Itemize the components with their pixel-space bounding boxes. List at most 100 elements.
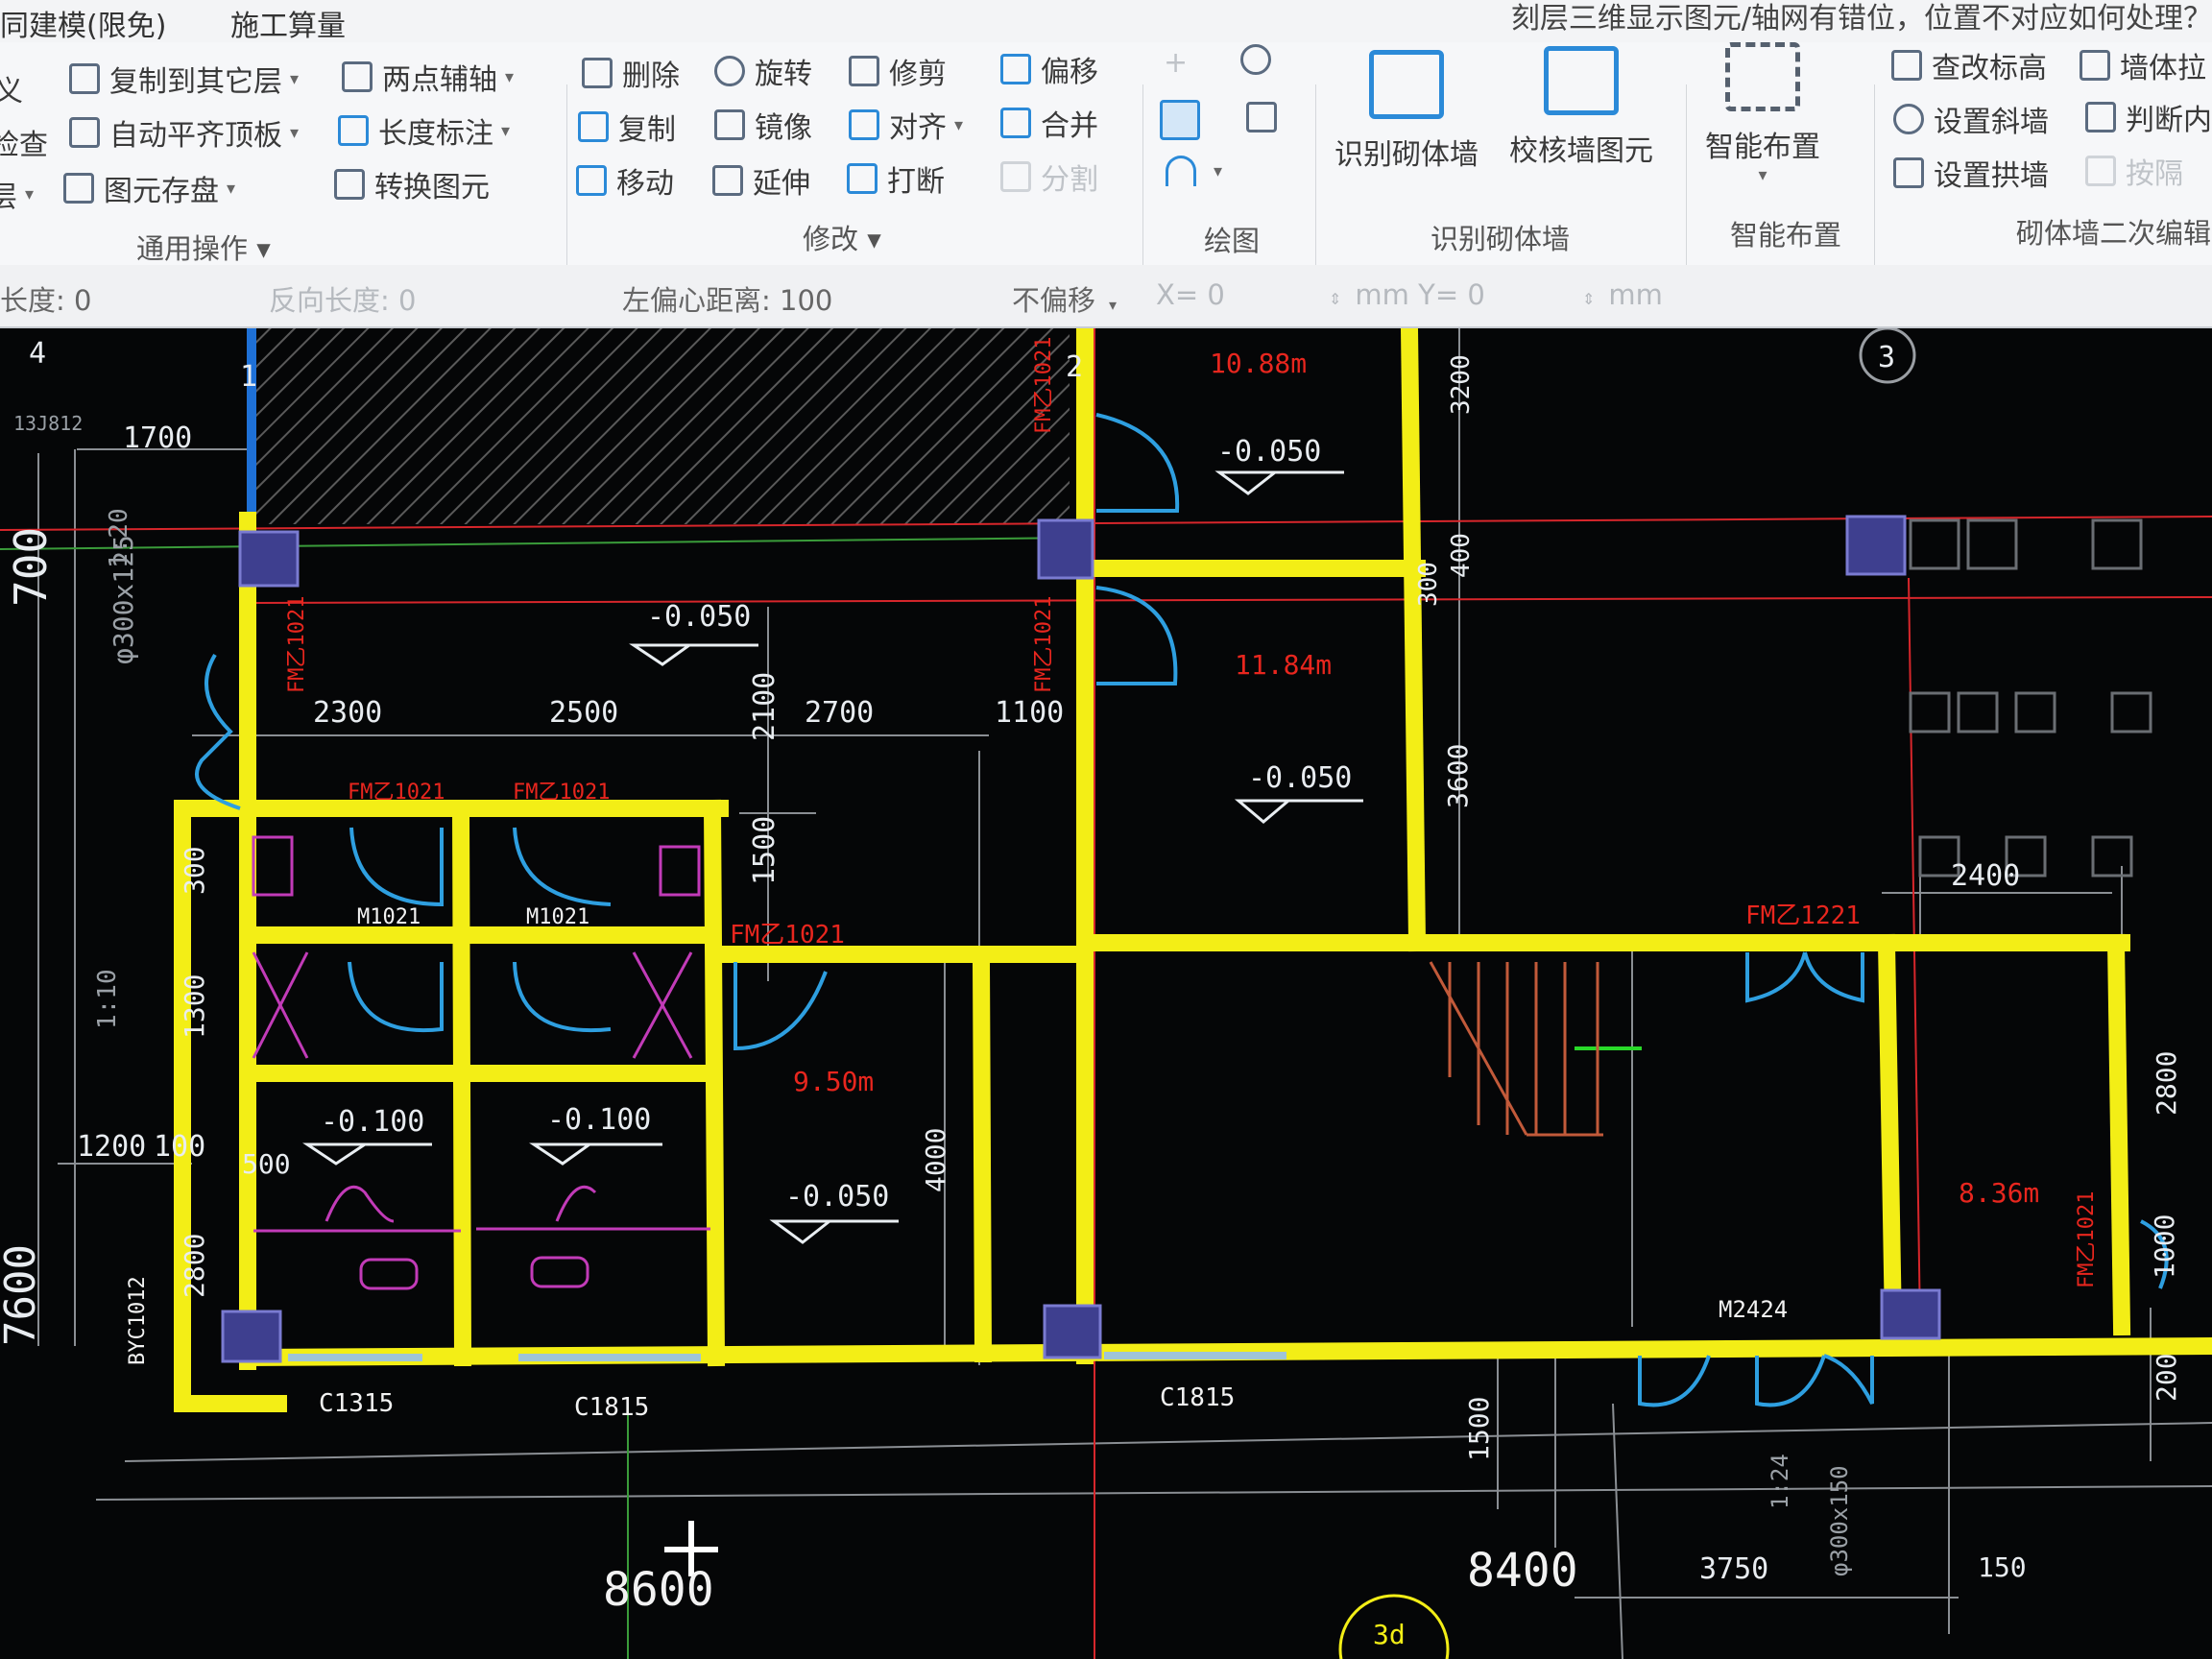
section-label: 3d [1373,1619,1406,1650]
split-button[interactable]: 分割 [1000,156,1098,198]
dim-label: 2300 [313,696,382,730]
group-label-common: 通用操作 ▾ [136,232,271,265]
offset-button[interactable]: 偏移 [1000,48,1098,90]
line-icon [1160,100,1200,140]
tab-modeling[interactable]: 同建模(限免) [0,2,166,44]
axis-label-3: 3 [1878,341,1895,374]
grid-distance-label: 8600 [603,1563,714,1617]
convert-element-button[interactable]: 转换图元 [334,163,490,205]
split-icon [1000,161,1031,192]
delete-button[interactable]: 删除 [582,52,680,94]
door-tag: FM乙1021 [730,921,845,950]
y-coordinate-input[interactable]: ⇕ mm Y= 0 [1329,278,1485,311]
group-label-identify: 识别砌体墙 [1431,223,1571,255]
clipped-item-check[interactable]: 检查 [0,121,48,163]
check-wall-icon [1544,46,1619,115]
partition-icon [2085,156,2116,186]
convert-icon [334,169,365,200]
draw-arc-button[interactable]: ▾ [1166,156,1222,186]
group-label-draw: 绘图 [1204,225,1261,257]
elevation-label: -0.050 [785,1180,889,1214]
door-tag: FM乙1021 [285,596,309,693]
tab-quantity[interactable]: 施工算量 [230,2,346,44]
door-tag: FM乙1221 [1745,902,1861,930]
align-icon [849,109,879,140]
floor-plan-drawing[interactable]: 3 2 1 4 13J812 1700 700 7600 2300 2500 2… [0,328,2212,1659]
area-label: 10.88m [1210,348,1307,379]
edit-elevation-button[interactable]: 查改标高 [1891,44,2047,86]
set-slant-wall-button[interactable]: 设置斜墙 [1893,98,2049,140]
clipped-item-floor[interactable]: 层 ▾ [0,173,34,215]
green-axis-line [0,537,1086,550]
smart-layout-icon [1725,42,1800,111]
align-button[interactable]: 对齐 ▾ [849,104,963,146]
dim-label: 300 [1414,562,1443,607]
extend-button[interactable]: 延伸 [712,159,810,202]
dimension-icon [338,115,369,146]
merge-button[interactable]: 合并 [1000,102,1098,144]
dim-label: 2500 [549,696,618,730]
length-dimension-button[interactable]: 长度标注 ▾ [338,109,510,152]
ribbon-toolbar: 义 检查 层 ▾ 复制到其它层 ▾ 自动平齐顶板 ▾ 图元存盘 ▾ 两点辅轴 ▾ 长度标注… [0,42,2212,303]
set-arch-wall-button[interactable]: 设置拱墙 [1893,152,2049,194]
copy-to-floor-button[interactable]: 复制到其它层 ▾ [69,58,299,100]
identify-masonry-wall-button[interactable]: 识别砌体墙 [1334,50,1479,173]
rotate-button[interactable]: 旋转 [714,50,812,92]
element-save-button[interactable]: 图元存盘 ▾ [63,167,235,209]
door-tag: M2424 [1719,1296,1788,1323]
length-field[interactable]: 长度: 0 [0,278,91,319]
property-bar: 长度: 0 反向长度: 0 左偏心距离: 100 不偏移 ▾ X= 0 ⇕ mm Y… [0,265,2212,328]
dim-label: 500 [242,1148,291,1180]
smart-layout-chevron-icon: ▾ [1758,165,1767,185]
door-tag: FM乙1021 [1032,337,1056,434]
dim-label: 7600 [0,1244,45,1346]
auto-align-slab-button[interactable]: 自动平齐顶板 ▾ [69,111,299,154]
reverse-length-field[interactable]: 反向长度: 0 [269,278,416,319]
mirror-button[interactable]: 镜像 [714,104,812,146]
copy-button[interactable]: 复制 [578,106,676,148]
dim-label: 2800 [2151,1051,2182,1116]
offset-icon [1000,54,1031,84]
trim-icon [849,56,879,86]
dim-label: 1500 [1463,1397,1495,1461]
check-wall-element-button[interactable]: 校核墙图元 [1509,46,1653,169]
dim-label: 1500 [748,816,781,885]
move-icon [576,165,607,196]
clipped-item-1[interactable]: 义 [0,67,23,109]
wall-stretch-button[interactable]: 墙体拉 [2080,44,2206,86]
window-tag: C1815 [1160,1383,1235,1412]
slant-wall-icon [1893,104,1924,134]
help-notice-link[interactable]: 刻层三维显示图元/轴网有错位，位置不对应如何处理？ [1511,0,2212,36]
area-label: 9.50m [793,1066,874,1097]
dim-label: 200 [2151,1353,2182,1402]
by-partition-button[interactable]: 按隔 [2085,150,2183,192]
two-point-axis-button[interactable]: 两点辅轴 ▾ [342,56,514,98]
draw-circle-button[interactable] [1240,44,1281,75]
spinner-icon: ⇕ [1329,290,1342,308]
grid-distance-label: 8400 [1467,1544,1578,1598]
draw-line-button[interactable] [1160,100,1210,140]
x-coordinate-input[interactable]: X= 0 [1156,278,1225,311]
door-tag: FM乙1021 [2075,1191,2099,1288]
note-label: 1:20 [105,508,133,568]
dim-label: 300 [179,846,210,895]
move-button[interactable]: 移动 [576,159,674,202]
elevation-label: -0.100 [547,1103,651,1137]
judge-inner-button[interactable]: 判断内 [2085,96,2212,138]
offset-mode-select[interactable]: 不偏移 ▾ [1012,278,1117,319]
dim-label: 3750 [1699,1552,1768,1586]
smart-layout-button[interactable]: 智能布置 ▾ [1705,42,1820,185]
group-label-modify: 修改 ▾ [803,223,881,255]
circle-icon [1240,44,1271,75]
door-tag: FM乙1021 [1032,596,1056,693]
door-tag: M1021 [526,905,589,929]
draw-rect-button[interactable] [1246,102,1286,132]
trash-icon [582,58,613,88]
break-button[interactable]: 打断 [847,157,945,200]
dim-label: 1000 [2149,1214,2180,1279]
arc-icon [1166,156,1196,186]
left-offset-field[interactable]: 左偏心距离: 100 [622,278,832,319]
cad-drawing-canvas[interactable]: 3 2 1 4 13J812 1700 700 7600 2300 2500 2… [0,328,2212,1659]
draw-point-button[interactable]: + [1164,46,1204,80]
trim-button[interactable]: 修剪 [849,50,947,92]
